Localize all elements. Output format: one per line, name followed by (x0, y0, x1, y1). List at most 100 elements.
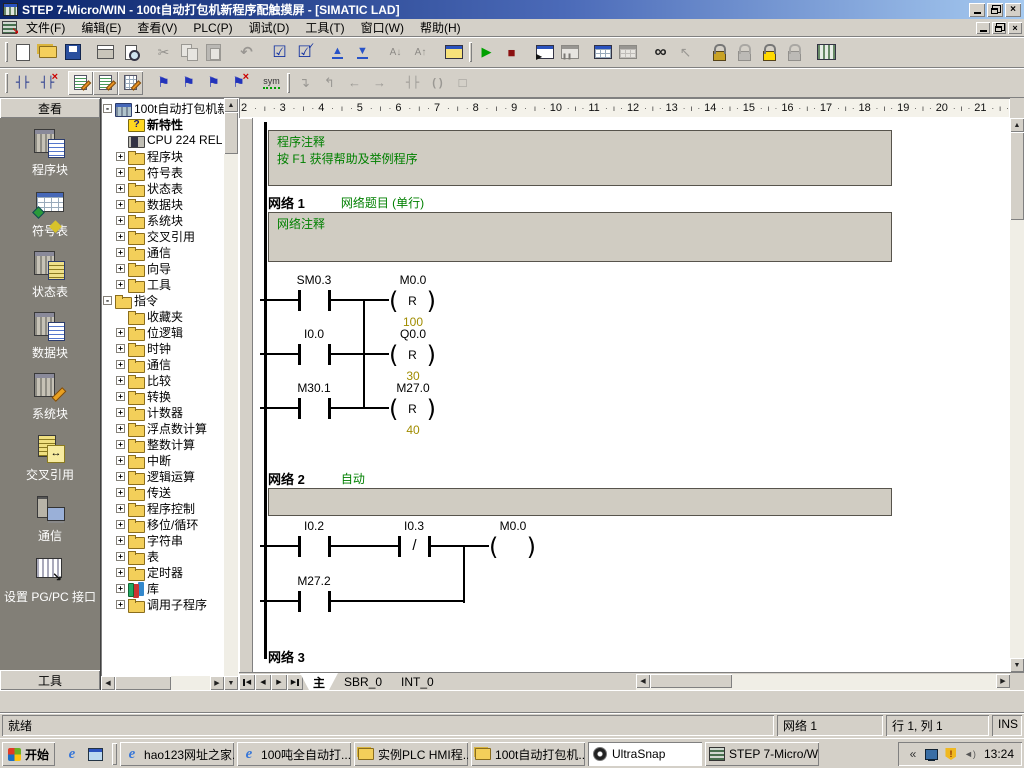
toolbar-separator[interactable] (524, 40, 532, 64)
insert-coil-icon[interactable] (425, 71, 450, 95)
undo-icon[interactable] (234, 40, 259, 64)
contact-address[interactable]: I0.3 (381, 519, 447, 533)
compile-all-icon[interactable] (292, 40, 317, 64)
navbar-item[interactable]: 状态表 (32, 250, 68, 300)
expander-icon[interactable]: + (116, 568, 125, 577)
scroll-right-icon[interactable]: ▶ (210, 676, 224, 690)
close-button[interactable]: × (1005, 3, 1021, 17)
expander-icon[interactable]: + (116, 376, 125, 385)
editor-horizontal-scrollbar[interactable]: ◀ ▶ (636, 674, 1010, 690)
tree-item[interactable]: + 位逻辑 (103, 324, 224, 340)
coil-address[interactable]: M27.0 (383, 381, 443, 395)
toolbar-separator[interactable] (392, 71, 400, 95)
expander-icon[interactable]: + (116, 344, 125, 353)
expander-icon[interactable]: + (116, 536, 125, 545)
expander-icon[interactable]: + (116, 504, 125, 513)
delete-network-icon[interactable] (35, 71, 60, 95)
network-title[interactable]: 自动 (341, 470, 365, 487)
no-contact-symbol[interactable] (298, 344, 331, 365)
tree-item[interactable]: + 交叉引用 (103, 228, 224, 244)
tree-item[interactable]: + 移位/循环 (103, 516, 224, 532)
security-shield-icon[interactable] (944, 747, 958, 761)
tree-item[interactable]: + 中断 (103, 452, 224, 468)
padlock-open-icon[interactable] (731, 40, 756, 64)
no-contact-symbol[interactable] (298, 290, 331, 311)
tree-item[interactable]: + 工具 (103, 276, 224, 292)
expander-icon[interactable]: + (116, 216, 125, 225)
navbar-item[interactable]: 数据块 (32, 311, 68, 361)
tree-item[interactable]: + 数据块 (103, 196, 224, 212)
network2-comment-box[interactable] (268, 488, 892, 516)
tray-expand-icon[interactable] (906, 747, 920, 761)
output-coil-symbol[interactable]: () (489, 533, 536, 560)
tree-item[interactable]: CPU 224 REL (103, 132, 224, 148)
insert-down-icon[interactable] (292, 71, 317, 95)
expander-icon[interactable]: + (116, 360, 125, 369)
volume-icon[interactable] (963, 747, 977, 761)
menu-debug[interactable]: 调试(D) (242, 18, 297, 37)
expander-icon[interactable]: + (116, 328, 125, 337)
restore-button[interactable] (987, 3, 1003, 17)
tree-item[interactable]: 新特性 (103, 116, 224, 132)
tree-root-instructions[interactable]: - 指令 (103, 292, 224, 308)
expander-icon[interactable]: + (116, 264, 125, 273)
contact-address[interactable]: I0.0 (281, 327, 347, 341)
task-button[interactable]: STEP 7-Micro/WI... (705, 742, 819, 766)
navbar-item[interactable]: 通信 (32, 494, 68, 544)
tree-item[interactable]: + 字符串 (103, 532, 224, 548)
download-icon[interactable] (350, 40, 375, 64)
scroll-down-icon[interactable]: ▼ (224, 676, 238, 690)
scroll-up-icon[interactable]: ▲ (224, 98, 238, 112)
toolbar-separator[interactable] (582, 40, 590, 64)
scroll-right-icon[interactable]: ▶ (996, 674, 1010, 688)
tree-item[interactable]: + 程序块 (103, 148, 224, 164)
insert-box-icon[interactable] (450, 71, 475, 95)
menu-plc[interactable]: PLC(P) (186, 20, 239, 36)
expander-icon[interactable]: + (116, 520, 125, 529)
coil-address[interactable]: M0.0 (483, 519, 543, 533)
expander-icon[interactable]: + (116, 392, 125, 401)
cut-icon[interactable] (151, 40, 176, 64)
coil-operand[interactable]: 40 (383, 423, 443, 437)
toolbar-separator[interactable] (226, 40, 234, 64)
ladder-canvas[interactable]: 程序注释 按 F1 获得帮助及举例程序 网络 1 网络题目 (单行) 网络注释 (239, 118, 1010, 672)
tree-item[interactable]: + 计数器 (103, 404, 224, 420)
expander-icon[interactable]: + (116, 280, 125, 289)
toolbar-separator[interactable] (640, 40, 648, 64)
tree-item[interactable]: + 逻辑运算 (103, 468, 224, 484)
tree-item[interactable]: + 转换 (103, 388, 224, 404)
print-icon[interactable] (93, 40, 118, 64)
first-sheet-icon[interactable]: ◀ (239, 674, 255, 690)
child-window-icon[interactable] (2, 21, 17, 34)
network3-header[interactable]: 网络 3 (268, 648, 305, 664)
navbar-view-button[interactable]: 查看 (0, 98, 100, 118)
expander-icon[interactable]: + (116, 424, 125, 433)
program-comment-box[interactable]: 程序注释 按 F1 获得帮助及举例程序 (268, 130, 892, 186)
tree-item[interactable]: + 表 (103, 548, 224, 564)
pause-chart-status-icon[interactable] (557, 40, 582, 64)
tree-item[interactable]: + 向导 (103, 260, 224, 276)
program-status-icon[interactable] (648, 40, 673, 64)
scroll-left-icon[interactable]: ◀ (101, 676, 115, 690)
menu-view[interactable]: 查看(V) (130, 18, 184, 37)
expander-icon[interactable]: + (116, 440, 125, 449)
previous-sheet-icon[interactable]: ◀ (255, 674, 271, 690)
bookmark-previous-icon[interactable] (201, 71, 226, 95)
last-sheet-icon[interactable]: ▶ (287, 674, 303, 690)
menu-window[interactable]: 窗口(W) (354, 18, 411, 37)
toolbar-separator[interactable] (143, 40, 151, 64)
bookmark-clear-icon[interactable] (226, 71, 251, 95)
status-table-monitor-icon[interactable] (590, 40, 615, 64)
toolbar-separator[interactable] (698, 40, 706, 64)
toolbar-separator[interactable] (375, 40, 383, 64)
navbar-item[interactable]: 系统块 (32, 372, 68, 422)
bookmark-next-icon[interactable] (176, 71, 201, 95)
menu-help[interactable]: 帮助(H) (413, 18, 468, 37)
expander-icon[interactable]: + (116, 600, 125, 609)
toolbar-grip[interactable] (2, 71, 10, 95)
tree-item[interactable]: + 状态表 (103, 180, 224, 196)
padlock-partial-icon[interactable] (781, 40, 806, 64)
expander-icon[interactable]: + (116, 488, 125, 497)
expander-icon[interactable]: + (116, 200, 125, 209)
insert-contact-icon[interactable] (400, 71, 425, 95)
